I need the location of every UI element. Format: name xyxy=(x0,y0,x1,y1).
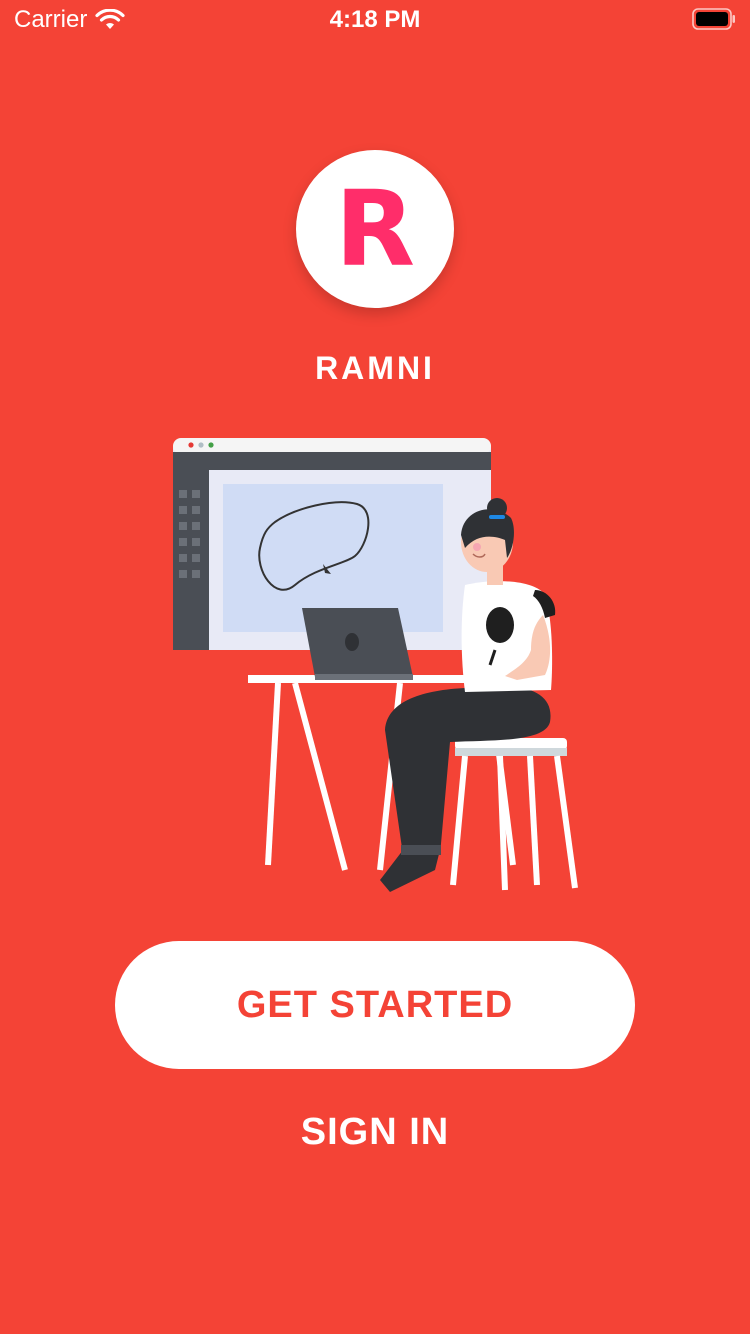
get-started-button[interactable]: GET STARTED xyxy=(115,941,635,1069)
status-bar: Carrier 4:18 PM xyxy=(0,0,750,40)
status-time: 4:18 PM xyxy=(329,6,421,33)
sign-in-button[interactable]: SIGN IN xyxy=(0,1110,750,1155)
designer-illustration xyxy=(173,438,578,892)
battery-icon xyxy=(692,8,735,30)
stool-graphic xyxy=(450,738,578,891)
brand-name: RAMNI xyxy=(315,350,435,386)
app-logo: R xyxy=(296,150,454,308)
logo-letter: R xyxy=(334,168,416,290)
laptop-graphic xyxy=(302,608,413,680)
